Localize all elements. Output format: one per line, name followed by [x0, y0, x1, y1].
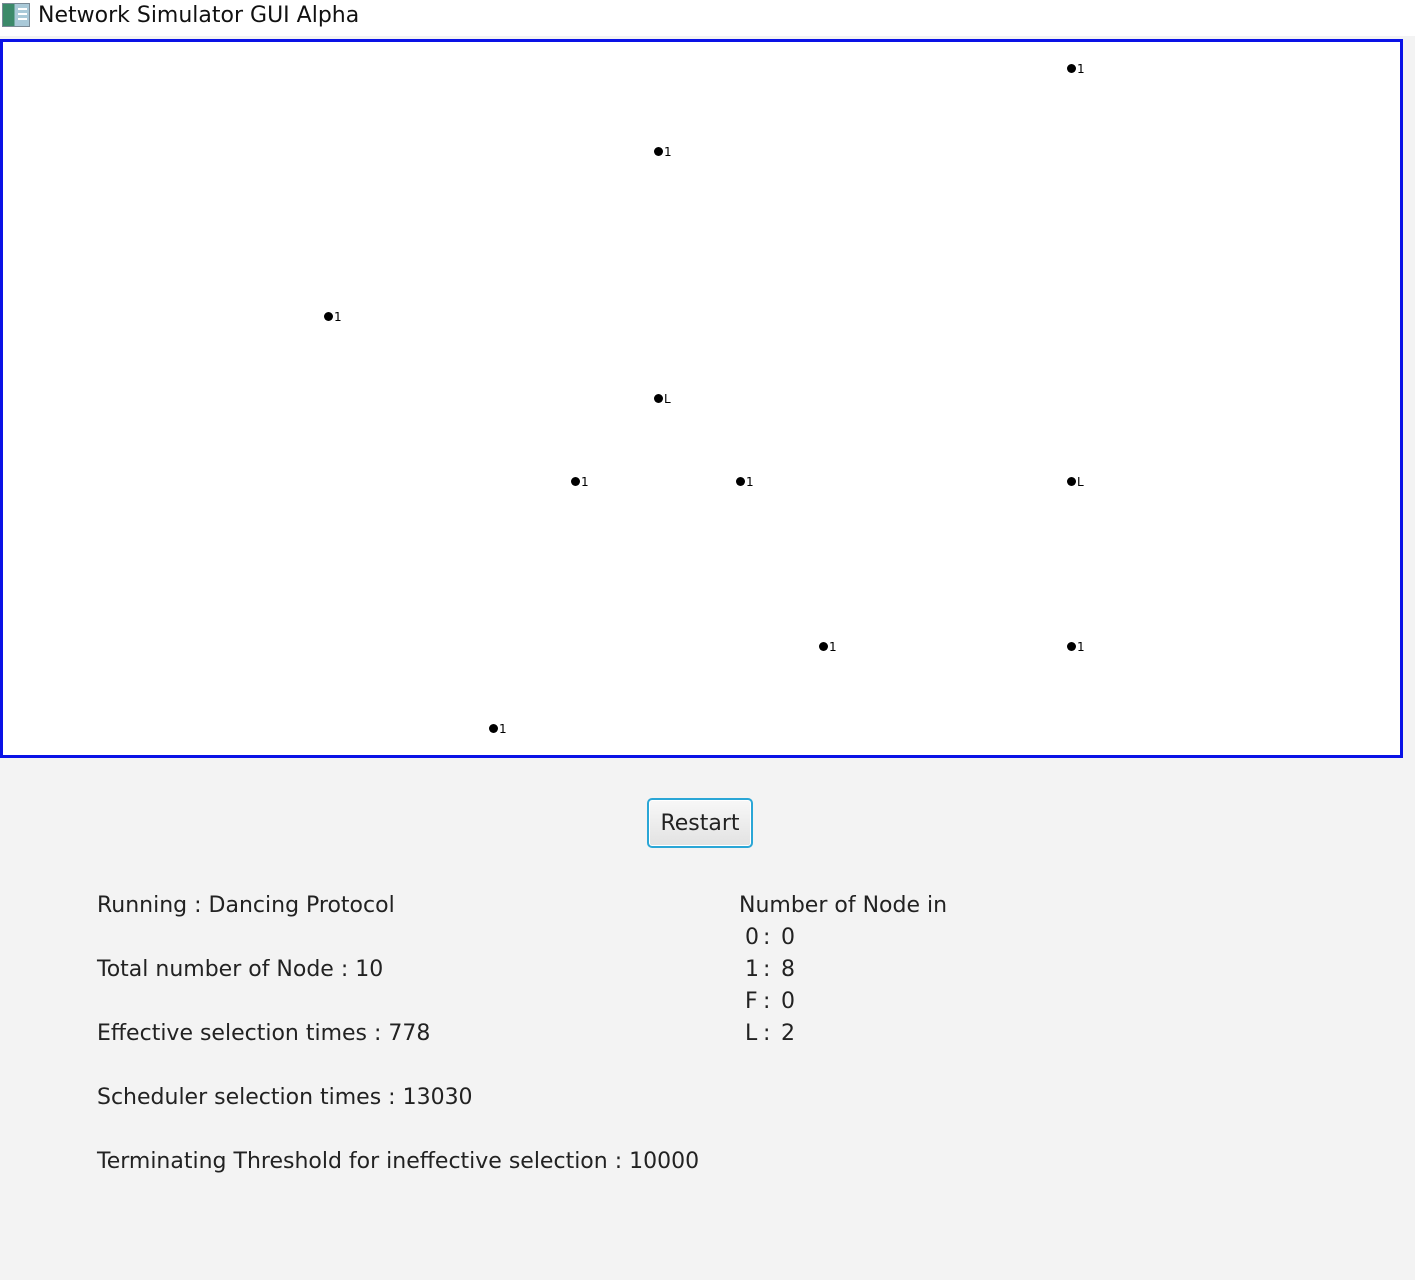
- state-separator: :: [763, 1021, 771, 1046]
- state-count: 0: [781, 925, 795, 950]
- network-node[interactable]: 1: [1067, 640, 1085, 654]
- state-key: 1: [745, 957, 759, 982]
- scheduler-selection-text: Scheduler selection times : 13030: [97, 1085, 473, 1110]
- state-count: 8: [781, 957, 795, 982]
- state-count-row: F:0: [739, 986, 947, 1018]
- total-nodes-text: Total number of Node : 10: [97, 957, 384, 982]
- node-label: 1: [1077, 640, 1085, 654]
- state-key: 0: [745, 925, 759, 950]
- node-dot-icon: [819, 642, 828, 651]
- state-count-row: 0:0: [739, 922, 947, 954]
- network-node[interactable]: L: [1067, 475, 1084, 489]
- network-node[interactable]: 1: [1067, 62, 1085, 76]
- running-protocol-text: Running : Dancing Protocol: [97, 893, 395, 918]
- node-dot-icon: [1067, 477, 1076, 486]
- node-state-counts: Number of Node in 0:0 1:8 F:0 L:2: [739, 890, 947, 1050]
- network-node[interactable]: 1: [324, 310, 342, 324]
- network-node[interactable]: L: [654, 392, 671, 406]
- title-bar: Network Simulator GUI Alpha: [0, 0, 1415, 36]
- node-label: 1: [664, 145, 672, 159]
- node-dot-icon: [571, 477, 580, 486]
- app-window-icon: [2, 3, 30, 27]
- state-count-row: L:2: [739, 1018, 947, 1050]
- node-label: 1: [829, 640, 837, 654]
- node-dot-icon: [1067, 642, 1076, 651]
- node-label: 1: [1077, 62, 1085, 76]
- node-label: L: [664, 392, 671, 406]
- node-dot-icon: [654, 394, 663, 403]
- threshold-text: Terminating Threshold for ineffective se…: [97, 1149, 700, 1174]
- network-node[interactable]: 1: [819, 640, 837, 654]
- state-separator: :: [763, 925, 771, 950]
- node-label: 1: [334, 310, 342, 324]
- effective-selection-text: Effective selection times : 778: [97, 1021, 431, 1046]
- state-count-row: 1:8: [739, 954, 947, 986]
- network-node[interactable]: 1: [489, 722, 507, 736]
- network-canvas[interactable]: 1 1 1 L 1 1 L 1 1 1: [0, 39, 1403, 758]
- network-node[interactable]: 1: [736, 475, 754, 489]
- simulation-stats: Running : Dancing Protocol Total number …: [97, 890, 699, 1210]
- state-separator: :: [763, 957, 771, 982]
- node-label: L: [1077, 475, 1084, 489]
- node-dot-icon: [489, 724, 498, 733]
- state-count: 2: [781, 1021, 795, 1046]
- state-count: 0: [781, 989, 795, 1014]
- node-label: 1: [746, 475, 754, 489]
- state-key: L: [745, 1021, 758, 1046]
- network-node[interactable]: 1: [654, 145, 672, 159]
- restart-button[interactable]: Restart: [647, 798, 753, 848]
- node-label: 1: [499, 722, 507, 736]
- state-key: F: [745, 989, 758, 1014]
- node-dot-icon: [1067, 64, 1076, 73]
- network-node[interactable]: 1: [571, 475, 589, 489]
- window-title: Network Simulator GUI Alpha: [38, 3, 360, 28]
- node-dot-icon: [654, 147, 663, 156]
- node-dot-icon: [324, 312, 333, 321]
- node-dot-icon: [736, 477, 745, 486]
- state-separator: :: [763, 989, 771, 1014]
- node-label: 1: [581, 475, 589, 489]
- node-counts-heading: Number of Node in: [739, 893, 948, 918]
